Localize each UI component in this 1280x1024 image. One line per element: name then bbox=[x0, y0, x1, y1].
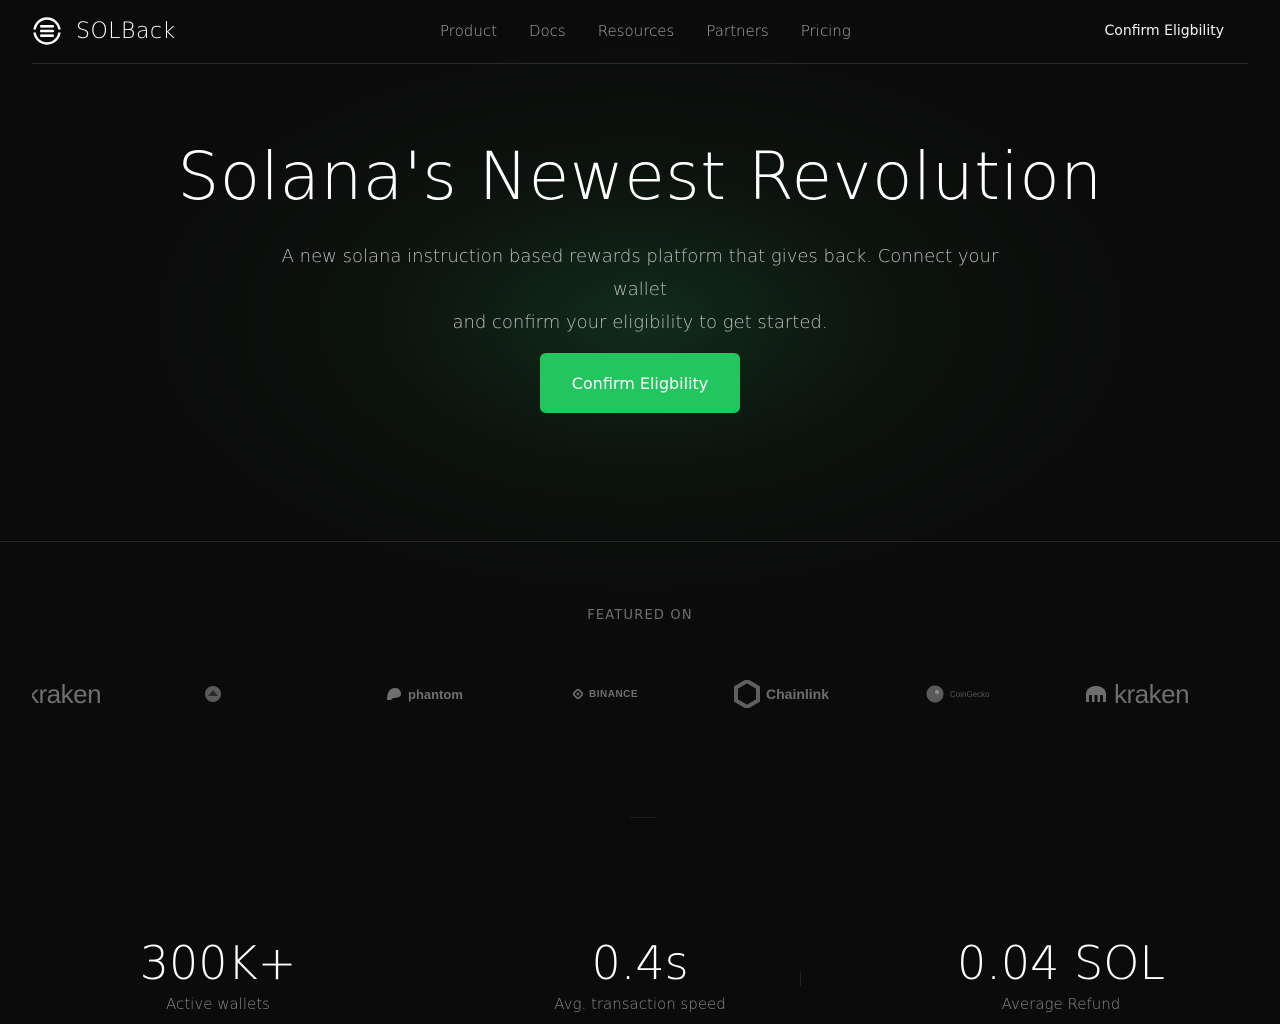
stat-label: Average Refund bbox=[1001, 995, 1121, 1013]
header-confirm-eligibility-link[interactable]: Confirm Eligbility bbox=[1105, 23, 1224, 39]
binance-diamond-icon bbox=[573, 689, 583, 699]
phantom-ghost-icon bbox=[387, 688, 401, 700]
featured-on-label: FEATURED ON bbox=[587, 608, 693, 623]
nav-item-resources[interactable]: Resources bbox=[598, 22, 675, 40]
coingecko-icon bbox=[926, 685, 944, 703]
partner-logo-chainlink: Chainlink bbox=[734, 668, 829, 720]
hero-subtitle-line-2: and confirm your eligibility to get star… bbox=[452, 312, 828, 333]
partner-circle-icon bbox=[205, 686, 221, 702]
stat-active-wallets: 300K+ Active wallets bbox=[68, 935, 368, 1013]
partner-name: kraken bbox=[32, 678, 102, 709]
top-navbar: SOLBack Product Docs Resources Partners … bbox=[32, 0, 1248, 64]
nav-item-product[interactable]: Product bbox=[440, 22, 497, 40]
nav-item-pricing[interactable]: Pricing bbox=[801, 22, 851, 40]
hero-title: Solana's Newest Revolution bbox=[177, 138, 1103, 215]
partner-logo-binance: BINANCE bbox=[573, 668, 638, 720]
nav-item-partners[interactable]: Partners bbox=[706, 22, 768, 40]
main-nav: Product Docs Resources Partners Pricing bbox=[440, 22, 883, 40]
nav-item-docs[interactable]: Docs bbox=[529, 22, 566, 40]
stat-label: Active wallets bbox=[166, 995, 270, 1013]
partner-name: BINANCE bbox=[589, 688, 639, 700]
stat-separator bbox=[800, 972, 801, 986]
partner-name: phantom bbox=[408, 686, 463, 702]
partner-name: CoinGecko bbox=[950, 689, 990, 699]
section-divider bbox=[0, 541, 1280, 542]
partner-name: kraken bbox=[1114, 678, 1190, 709]
stat-label: Avg. transaction speed bbox=[554, 995, 726, 1013]
partner-logo-kraken-2: kraken bbox=[1084, 668, 1190, 720]
stat-value: 0.4s bbox=[591, 936, 689, 990]
hero-subtitle: A new solana instruction based rewards p… bbox=[260, 240, 1020, 339]
partner-logo-unknown bbox=[204, 668, 222, 720]
chainlink-hexagon-icon bbox=[734, 680, 760, 708]
solback-logo-icon bbox=[33, 17, 61, 45]
partner-logos-strip: kraken phantom BINANCE Chainlink CoinGec… bbox=[32, 668, 1248, 720]
stat-transaction-speed: 0.4s Avg. transaction speed bbox=[490, 935, 790, 1013]
partner-logo-coingecko: CoinGecko bbox=[926, 668, 990, 720]
decorative-dash bbox=[630, 817, 656, 818]
kraken-icon bbox=[1086, 686, 1106, 702]
stat-average-refund: 0.04 SOL Average Refund bbox=[911, 935, 1211, 1013]
brand-name: SOLBack bbox=[76, 18, 176, 44]
confirm-eligibility-button[interactable]: Confirm Eligbility bbox=[540, 353, 740, 413]
hero-subtitle-line-1: A new solana instruction based rewards p… bbox=[281, 246, 999, 300]
partner-logo-kraken: kraken bbox=[32, 668, 102, 720]
stat-value: 300K+ bbox=[139, 936, 297, 990]
brand-logo[interactable]: SOLBack bbox=[32, 16, 176, 46]
partner-logo-phantom: phantom bbox=[386, 668, 463, 720]
stat-value: 0.04 SOL bbox=[956, 936, 1166, 990]
partner-name: Chainlink bbox=[766, 686, 830, 702]
